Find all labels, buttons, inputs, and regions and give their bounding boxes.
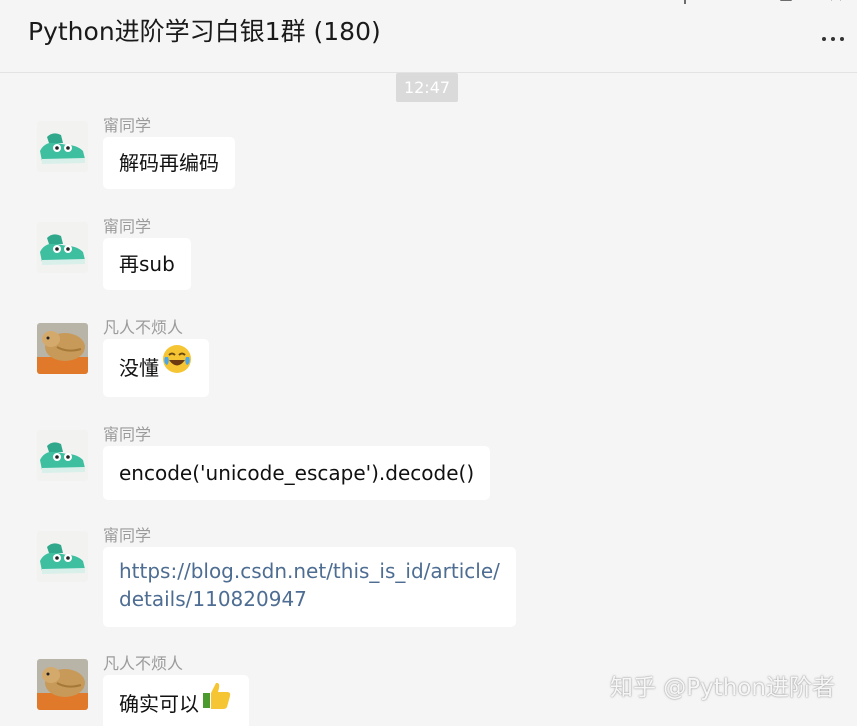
message-text: 再sub xyxy=(119,252,175,276)
message-text: 解码再编码 xyxy=(119,151,219,175)
more-icon[interactable] xyxy=(821,28,847,48)
message-bubble[interactable]: 确实可以 xyxy=(103,675,249,726)
timestamp-badge: 12:47 xyxy=(396,73,458,102)
sender-name: 甯同学 xyxy=(103,425,152,444)
message-list[interactable]: 12:47 甯同学 解码再编码 甯同学 再sub 凡人不烦人 没懂 甯同学 en… xyxy=(0,73,857,726)
title-bar: Python进阶学习白银1群 (180) xyxy=(0,0,857,73)
minimize-icon[interactable] xyxy=(726,0,748,10)
message-bubble[interactable]: 再sub xyxy=(103,238,191,290)
message-link-continued[interactable]: details/110820947 xyxy=(119,585,500,613)
message-text: 没懂 xyxy=(119,356,159,380)
dog-avatar[interactable] xyxy=(37,659,88,710)
thumbs-up-emoji xyxy=(201,675,233,726)
sender-name: 甯同学 xyxy=(103,116,152,135)
message-bubble[interactable]: encode('unicode_escape').decode() xyxy=(103,446,491,500)
chat-window: Python进阶学习白银1群 (180) 12:47 甯同学 解码再编码 甯同学… xyxy=(0,0,857,726)
watermark: 知乎 @Python进阶者 xyxy=(609,675,835,701)
message-bubble[interactable]: 解码再编码 xyxy=(103,137,235,189)
shoe-avatar[interactable] xyxy=(37,222,88,273)
message-bubble[interactable]: https://blog.csdn.net/this_is_id/article… xyxy=(103,547,516,627)
shoe-avatar[interactable] xyxy=(37,121,88,172)
sender-name: 凡人不烦人 xyxy=(103,654,184,673)
message-bubble[interactable]: 没懂 xyxy=(103,339,209,397)
message-text: encode('unicode_escape').decode() xyxy=(119,461,475,485)
dog-avatar[interactable] xyxy=(37,323,88,374)
laughing-crying-emoji xyxy=(161,339,193,397)
message-text: 确实可以 xyxy=(119,692,199,716)
shoe-avatar[interactable] xyxy=(37,430,88,481)
shoe-avatar[interactable] xyxy=(37,531,88,582)
sender-name: 凡人不烦人 xyxy=(103,318,184,337)
chat-title: Python进阶学习白银1群 (180) xyxy=(28,17,381,46)
close-icon[interactable] xyxy=(825,0,847,10)
pin-icon[interactable] xyxy=(674,0,696,10)
message-link[interactable]: https://blog.csdn.net/this_is_id/article… xyxy=(119,557,500,585)
sender-name: 甯同学 xyxy=(103,217,152,236)
maximize-icon[interactable] xyxy=(775,0,797,10)
sender-name: 甯同学 xyxy=(103,526,152,545)
